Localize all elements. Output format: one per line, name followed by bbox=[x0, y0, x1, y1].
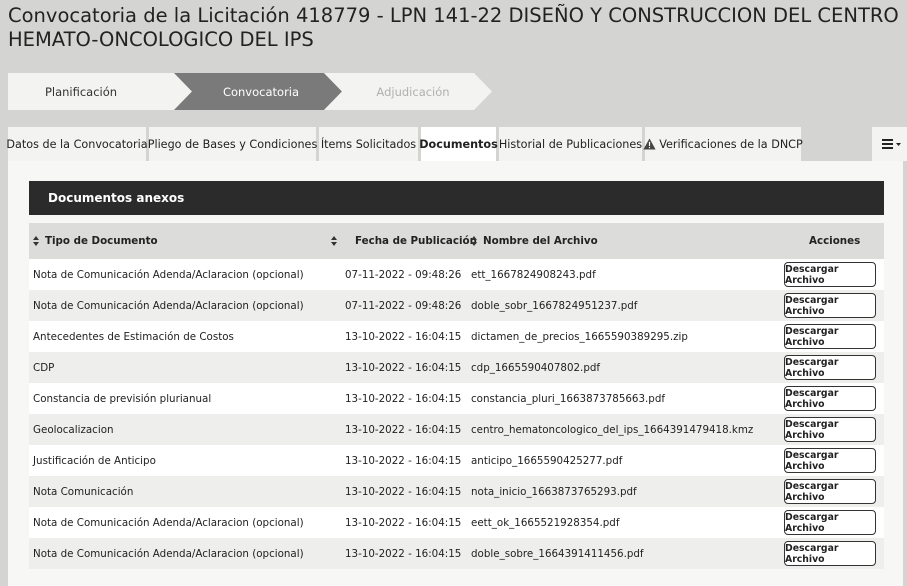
tab-documentos[interactable]: Documentos bbox=[419, 127, 498, 162]
table-row: Antecedentes de Estimación de Costos 13-… bbox=[29, 321, 884, 352]
tab-items-solicitados[interactable]: Ítems Solicitados bbox=[319, 127, 418, 161]
documents-table: Tipo de Documento Fecha de Publicación N… bbox=[29, 223, 884, 569]
header-label: Tipo de Documento bbox=[45, 235, 158, 247]
step-convocatoria[interactable]: Convocatoria bbox=[174, 73, 342, 110]
page-title: Convocatoria de la Licitación 418779 - L… bbox=[8, 4, 899, 51]
column-header-acciones: Acciones bbox=[809, 223, 860, 259]
cell-tipo: Constancia de previsión plurianual bbox=[33, 392, 212, 405]
download-button[interactable]: Descargar Archivo bbox=[784, 262, 876, 287]
download-button[interactable]: Descargar Archivo bbox=[784, 293, 876, 318]
cell-nombre: constancia_pluri_1663873785663.pdf bbox=[471, 392, 666, 405]
hamburger-dropdown-icon bbox=[881, 139, 902, 149]
column-header-tipo[interactable]: Tipo de Documento bbox=[33, 223, 158, 259]
column-header-fecha[interactable]: Fecha de Publicación bbox=[355, 223, 477, 259]
header-label: Fecha de Publicación bbox=[355, 235, 477, 247]
cell-tipo: Nota Comunicación bbox=[33, 485, 134, 498]
table-row: Geolocalizacion 13-10-2022 - 16:04:15 ce… bbox=[29, 414, 884, 445]
step-label: Planificación bbox=[44, 84, 118, 99]
cell-nombre: doble_sobre_1664391411456.pdf bbox=[471, 547, 644, 560]
warning-icon bbox=[643, 138, 656, 150]
download-button[interactable]: Descargar Archivo bbox=[784, 448, 876, 473]
table-row: CDP 13-10-2022 - 16:04:15 cdp_1665590407… bbox=[29, 352, 884, 383]
cell-tipo: Nota de Comunicación Adenda/Aclaracion (… bbox=[33, 268, 304, 281]
step-label: Adjudicación bbox=[376, 84, 450, 99]
tab-bar: Datos de la Convocatoria Pliego de Bases… bbox=[6, 127, 907, 162]
cell-fecha: 07-11-2022 - 09:48:26 bbox=[345, 299, 462, 312]
tab-verificaciones-dncp[interactable]: Verificaciones de la DNCP bbox=[643, 127, 803, 161]
step-label: Convocatoria bbox=[222, 84, 300, 99]
download-button[interactable]: Descargar Archivo bbox=[784, 479, 876, 504]
process-stepper: Planificación Convocatoria Adjudicación bbox=[8, 73, 503, 110]
cell-nombre: ett_1667824908243.pdf bbox=[471, 268, 596, 281]
header-label: Acciones bbox=[809, 235, 861, 247]
cell-tipo: CDP bbox=[33, 361, 55, 374]
cell-fecha: 07-11-2022 - 09:48:26 bbox=[345, 268, 462, 281]
table-row: Constancia de previsión plurianual 13-10… bbox=[29, 383, 884, 414]
table-row: Nota de Comunicación Adenda/Aclaracion (… bbox=[29, 538, 884, 569]
tab-pliego-bases[interactable]: Pliego de Bases y Condiciones bbox=[147, 127, 318, 161]
sort-icon[interactable] bbox=[331, 223, 343, 259]
cell-nombre: centro_hematoncologico_del_ips_166439147… bbox=[471, 423, 754, 436]
table-header: Tipo de Documento Fecha de Publicación N… bbox=[29, 223, 884, 259]
cell-nombre: doble_sobr_1667824951237.pdf bbox=[471, 299, 638, 312]
table-row: Nota Comunicación 13-10-2022 - 16:04:15 … bbox=[29, 476, 884, 507]
cell-fecha: 13-10-2022 - 16:04:15 bbox=[345, 330, 462, 343]
sort-icon bbox=[33, 236, 40, 246]
cell-fecha: 13-10-2022 - 16:04:15 bbox=[345, 547, 462, 560]
header-label: Nombre del Archivo bbox=[483, 235, 598, 247]
cell-nombre: nota_inicio_1663873765293.pdf bbox=[471, 485, 637, 498]
download-button[interactable]: Descargar Archivo bbox=[784, 386, 876, 411]
tab-label: Ítems Solicitados bbox=[320, 137, 417, 151]
table-row: Justificación de Anticipo 13-10-2022 - 1… bbox=[29, 445, 884, 476]
cell-tipo: Nota de Comunicación Adenda/Aclaracion (… bbox=[33, 547, 304, 560]
download-button[interactable]: Descargar Archivo bbox=[784, 324, 876, 349]
column-header-nombre[interactable]: Nombre del Archivo bbox=[471, 223, 598, 259]
cell-fecha: 13-10-2022 - 16:04:15 bbox=[345, 361, 462, 374]
step-adjudicacion: Adjudicación bbox=[324, 73, 492, 110]
tab-datos-convocatoria[interactable]: Datos de la Convocatoria bbox=[6, 127, 148, 161]
cell-nombre: cdp_1665590407802.pdf bbox=[471, 361, 601, 374]
cell-nombre: anticipo_1665590425277.pdf bbox=[471, 454, 623, 467]
download-button[interactable]: Descargar Archivo bbox=[784, 417, 876, 442]
download-button[interactable]: Descargar Archivo bbox=[784, 355, 876, 380]
table-row: Nota de Comunicación Adenda/Aclaracion (… bbox=[29, 259, 884, 290]
cell-fecha: 13-10-2022 - 16:04:15 bbox=[345, 516, 462, 529]
cell-fecha: 13-10-2022 - 16:04:15 bbox=[345, 485, 462, 498]
table-row: Nota de Comunicación Adenda/Aclaracion (… bbox=[29, 290, 884, 321]
tab-label: Documentos bbox=[419, 138, 498, 151]
table-row: Nota de Comunicación Adenda/Aclaracion (… bbox=[29, 507, 884, 538]
tab-label: Historial de Publicaciones bbox=[498, 137, 643, 151]
sort-icon bbox=[471, 236, 478, 246]
tab-label: Pliego de Bases y Condiciones bbox=[147, 137, 318, 151]
cell-tipo: Antecedentes de Estimación de Costos bbox=[33, 330, 234, 343]
cell-tipo: Geolocalizacion bbox=[33, 423, 114, 436]
download-button[interactable]: Descargar Archivo bbox=[784, 510, 876, 535]
section-header: Documentos anexos bbox=[29, 181, 884, 215]
documents-panel: Documentos anexos Tipo de Documento Fech… bbox=[8, 161, 903, 586]
cell-fecha: 13-10-2022 - 16:04:15 bbox=[345, 392, 462, 405]
tabs-menu-button[interactable] bbox=[872, 127, 907, 161]
tab-label: Verificaciones de la DNCP bbox=[659, 137, 803, 151]
cell-tipo: Nota de Comunicación Adenda/Aclaracion (… bbox=[33, 516, 304, 529]
tab-historial-publicaciones[interactable]: Historial de Publicaciones bbox=[499, 127, 642, 161]
cell-tipo: Justificación de Anticipo bbox=[33, 454, 156, 467]
cell-fecha: 13-10-2022 - 16:04:15 bbox=[345, 423, 462, 436]
cell-fecha: 13-10-2022 - 16:04:15 bbox=[345, 454, 462, 467]
cell-nombre: eett_ok_1665521928354.pdf bbox=[471, 516, 620, 529]
step-planificacion[interactable]: Planificación bbox=[8, 73, 192, 110]
cell-tipo: Nota de Comunicación Adenda/Aclaracion (… bbox=[33, 299, 304, 312]
cell-nombre: dictamen_de_precios_1665590389295.zip bbox=[471, 330, 688, 343]
download-button[interactable]: Descargar Archivo bbox=[784, 541, 876, 566]
tab-label: Datos de la Convocatoria bbox=[6, 137, 148, 151]
